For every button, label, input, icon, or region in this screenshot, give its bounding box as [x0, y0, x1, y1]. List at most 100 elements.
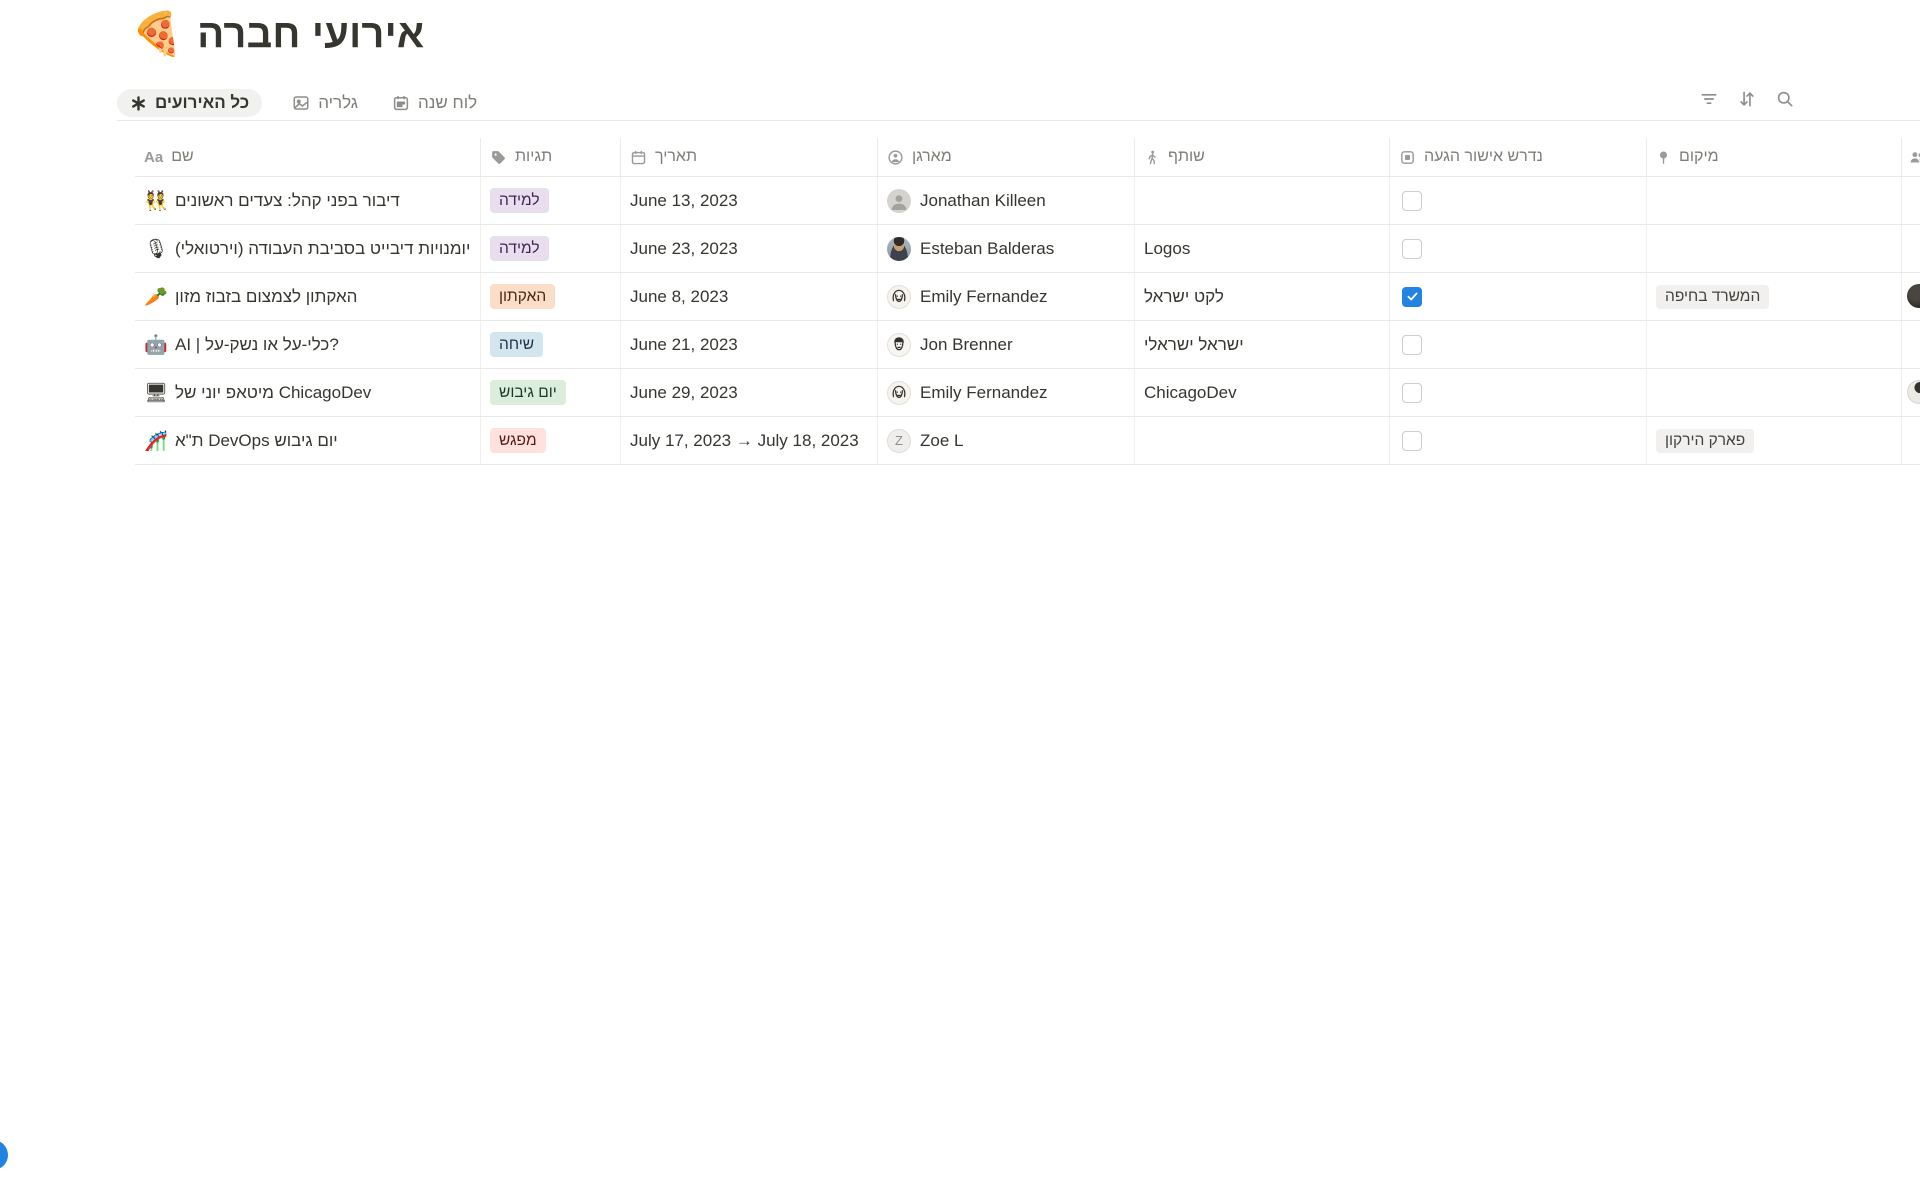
date-cell[interactable]: June 21, 2023: [621, 321, 878, 368]
filter-icon[interactable]: [1698, 88, 1720, 110]
column-label: תאריך: [655, 148, 697, 166]
walker-icon: [1144, 149, 1160, 166]
clipped-participants-cell: [1902, 225, 1920, 272]
organizer-name: Jonathan Killeen: [920, 191, 1046, 211]
tags-cell[interactable]: מפגש: [481, 417, 621, 464]
rsvp-checkbox-unchecked[interactable]: [1402, 431, 1422, 451]
organizer-cell[interactable]: ZZoe L: [878, 417, 1135, 464]
clipped-participants-cell: [1902, 321, 1920, 368]
column-header-rsvp[interactable]: נדרש אישור הגעה: [1390, 138, 1647, 176]
partner-cell[interactable]: ישראל ישראלי: [1135, 321, 1390, 368]
date-value: June 13, 2023: [630, 191, 738, 211]
organizer-cell[interactable]: Emily Fernandez: [878, 369, 1135, 416]
avatar: [887, 237, 911, 261]
rsvp-checkbox-unchecked[interactable]: [1402, 191, 1422, 211]
tab-label: לוח שנה: [418, 93, 477, 113]
location-cell[interactable]: פארק הירקון: [1647, 417, 1902, 464]
table-row: 👯דיבור בפני קהל: צעדים ראשונים למידה June …: [135, 177, 1920, 225]
column-label: שותף: [1168, 148, 1205, 166]
rsvp-checkbox-unchecked[interactable]: [1402, 383, 1422, 403]
rsvp-cell: [1390, 417, 1647, 464]
partner-cell[interactable]: לקט ישראל: [1135, 273, 1390, 320]
tag-pill: למידה: [490, 236, 549, 261]
tags-cell[interactable]: האקתון: [481, 273, 621, 320]
sort-icon[interactable]: [1736, 88, 1758, 110]
rsvp-cell: [1390, 273, 1647, 320]
search-icon[interactable]: [1774, 88, 1796, 110]
organizer-cell[interactable]: Emily Fernandez: [878, 273, 1135, 320]
tag-pill: שיחה: [490, 332, 543, 357]
organizer-cell[interactable]: Jonathan Killeen: [878, 177, 1135, 224]
column-header-date[interactable]: תאריך: [621, 138, 878, 176]
tags-cell[interactable]: למידה: [481, 177, 621, 224]
event-title: יום גיבוש DevOps ת"א: [175, 431, 338, 451]
table-row: 🎢יום גיבוש DevOps ת"אמפגשJuly 17, 2023 →…: [135, 417, 1920, 465]
location-cell[interactable]: [1647, 321, 1902, 368]
clipped-participants-cell: [1902, 417, 1920, 464]
event-emoji: 🥕: [144, 285, 166, 309]
partner-cell[interactable]: Logos: [1135, 225, 1390, 272]
partner-value: ישראל ישראלי: [1144, 335, 1244, 355]
partner-value: לקט ישראל: [1144, 287, 1224, 307]
person-icon: [887, 149, 904, 166]
event-title: יומנויות דיבייט בסביבת העבודה (וירטואלי): [175, 239, 470, 259]
event-emoji: 🤖: [144, 333, 166, 357]
date-cell[interactable]: July 17, 2023 → July 18, 2023: [621, 417, 878, 464]
event-name-cell[interactable]: 🥕 האקתון לצמצום בזבוז מזון: [135, 273, 481, 320]
rsvp-checkbox-unchecked[interactable]: [1402, 335, 1422, 355]
column-label: מארגן: [912, 148, 952, 166]
table-row: 🤖 AI | כלי-על או נשק-על? שיחה June 21, 2023…: [135, 321, 1920, 369]
rsvp-checkbox-checked[interactable]: [1402, 287, 1422, 307]
date-cell[interactable]: June 23, 2023: [621, 225, 878, 272]
tags-cell[interactable]: שיחה: [481, 321, 621, 368]
tag-icon: [490, 149, 507, 166]
page-emoji-pizza[interactable]: 🍕: [131, 10, 183, 58]
page-title[interactable]: אירועי חברה: [197, 12, 424, 57]
location-cell[interactable]: [1647, 177, 1902, 224]
date-value: June 29, 2023: [630, 383, 738, 403]
events-table: Aaשם תגיות תאריך מארגן שותף נדרש אישור הגעהמי…: [135, 138, 1920, 465]
location-cell[interactable]: [1647, 225, 1902, 272]
tab-all-events[interactable]: כל האירועים: [117, 89, 262, 117]
checkbox-icon: [1399, 149, 1416, 166]
tags-cell[interactable]: יום גיבוש: [481, 369, 621, 416]
tags-cell[interactable]: למידה: [481, 225, 621, 272]
help-badge-clipped[interactable]: [0, 1140, 8, 1170]
partner-cell[interactable]: ChicagoDev: [1135, 369, 1390, 416]
location-cell[interactable]: המשרד בחיפה: [1647, 273, 1902, 320]
gallery-icon: [292, 94, 310, 112]
avatar: [887, 285, 911, 309]
partner-cell[interactable]: [1135, 417, 1390, 464]
date-cell[interactable]: June 29, 2023: [621, 369, 878, 416]
event-name-cell[interactable]: 🖥מיטאפ יוני של ChicagoDev: [135, 369, 481, 416]
column-header-name[interactable]: Aaשם: [135, 138, 481, 176]
column-label: תגיות: [515, 148, 552, 166]
column-header-partner[interactable]: שותף: [1135, 138, 1390, 176]
event-title: האקתון לצמצום בזבוז מזון: [175, 287, 357, 307]
tag-pill: למידה: [490, 188, 549, 213]
organizer-cell[interactable]: Jon Brenner: [878, 321, 1135, 368]
avatar-clipped: [1907, 284, 1920, 308]
partner-value: Logos: [1144, 239, 1190, 259]
event-name-cell[interactable]: 🎙יומנויות דיבייט בסביבת העבודה (וירטואלי…: [135, 225, 481, 272]
event-name-cell[interactable]: 🤖 AI | כלי-על או נשק-על?: [135, 321, 481, 368]
organizer-cell[interactable]: Esteban Balderas: [878, 225, 1135, 272]
column-header-location[interactable]: מיקום: [1647, 138, 1902, 176]
avatar: [887, 381, 911, 405]
column-header-organizer[interactable]: מארגן: [878, 138, 1135, 176]
event-title: AI | כלי-על או נשק-על?: [175, 335, 339, 355]
column-header-tags[interactable]: תגיות: [481, 138, 621, 176]
date-cell[interactable]: June 8, 2023: [621, 273, 878, 320]
date-cell[interactable]: June 13, 2023: [621, 177, 878, 224]
calendar-icon: [630, 149, 647, 166]
event-name-cell[interactable]: 🎢יום גיבוש DevOps ת"א: [135, 417, 481, 464]
event-name-cell[interactable]: 👯דיבור בפני קהל: צעדים ראשונים: [135, 177, 481, 224]
organizer-name: Esteban Balderas: [920, 239, 1054, 259]
column-header-extra[interactable]: [1902, 138, 1920, 176]
rsvp-checkbox-unchecked[interactable]: [1402, 239, 1422, 259]
tab-gallery[interactable]: גלריה: [288, 89, 362, 117]
location-cell[interactable]: [1647, 369, 1902, 416]
tab-calendar[interactable]: לוח שנה: [388, 89, 481, 117]
event-title: דיבור בפני קהל: צעדים ראשונים: [175, 191, 400, 211]
partner-cell[interactable]: [1135, 177, 1390, 224]
